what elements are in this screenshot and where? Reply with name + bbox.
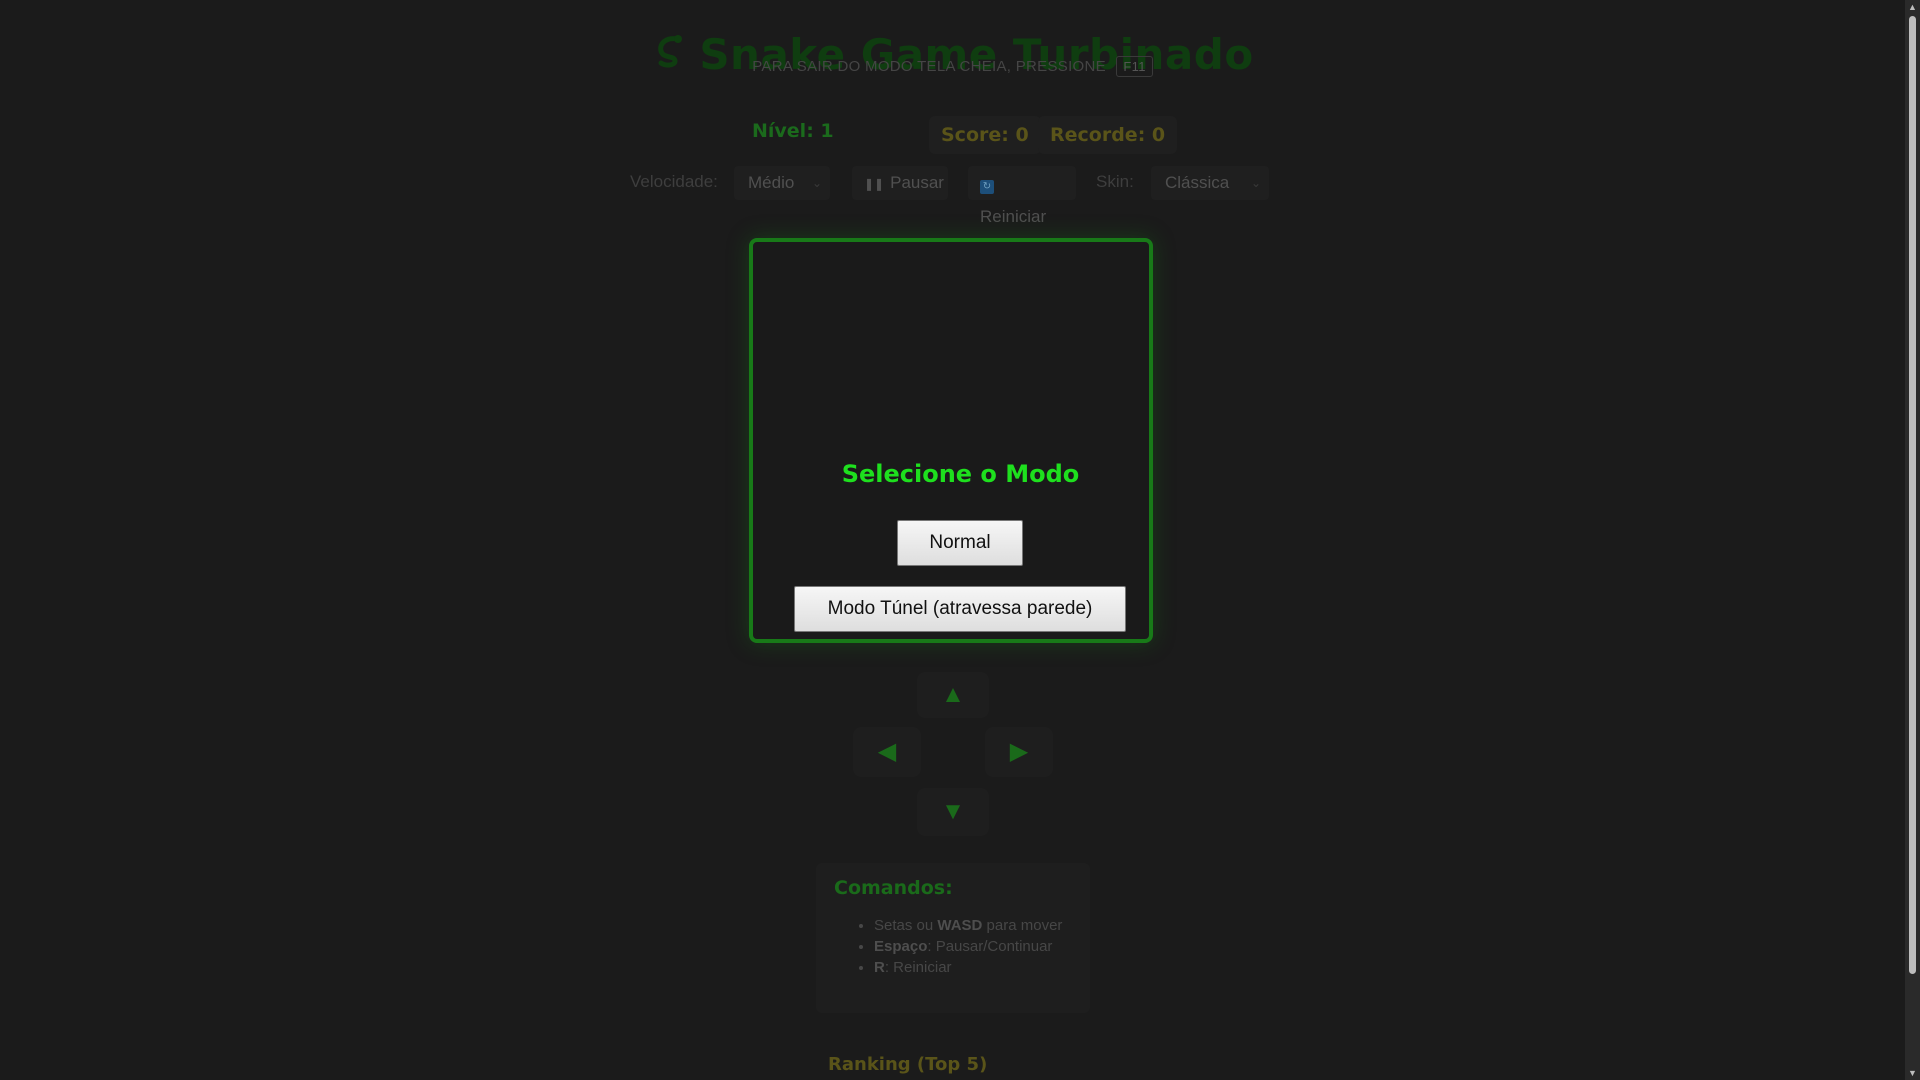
arrow-down-icon: ▼: [941, 798, 965, 825]
command-key: R: [874, 959, 885, 976]
pause-button[interactable]: ❚❚ Pausar: [852, 166, 948, 200]
command-desc: : Pausar/Continuar: [927, 938, 1053, 955]
fullscreen-key: F11: [1116, 56, 1153, 77]
arrow-left-icon: ◀: [877, 738, 897, 765]
speed-select[interactable]: Médio ⌄: [734, 166, 830, 200]
scroll-down-icon[interactable]: ▼: [1905, 1066, 1920, 1080]
speed-select-value: Médio: [748, 173, 795, 192]
arrow-up-icon: ▲: [941, 681, 965, 708]
normal-mode-button[interactable]: Normal: [897, 520, 1023, 566]
chevron-down-icon: ⌄: [811, 176, 822, 190]
score-display: Score: 0: [929, 116, 1041, 154]
record-display: Recorde: 0: [1038, 116, 1178, 154]
command-key: Espaço: [874, 938, 928, 955]
arrow-left-button[interactable]: ◀: [853, 727, 921, 777]
restart-button-label: Reiniciar: [980, 207, 1047, 226]
command-item: Setas ou WASD para mover: [874, 915, 1072, 936]
pause-icon: ❚❚: [864, 177, 885, 191]
mode-select-title: Selecione o Modo: [841, 460, 1080, 488]
tunnel-mode-button[interactable]: Modo Túnel (atravessa parede): [794, 586, 1126, 632]
fullscreen-notice-text: PARA SAIR DO MODO TELA CHEIA, PRESSIONE: [752, 58, 1106, 75]
commands-panel: Comandos: Setas ou WASD para mover Espaç…: [816, 863, 1090, 1013]
command-key: WASD: [937, 917, 983, 934]
skin-select[interactable]: Clássica ⌄: [1151, 166, 1269, 200]
speed-label: Velocidade:: [630, 172, 718, 191]
refresh-icon: ↻: [980, 180, 994, 194]
arrow-right-icon: ▶: [1009, 738, 1029, 765]
skin-label: Skin:: [1096, 172, 1134, 191]
pause-button-label: Pausar: [890, 173, 944, 192]
skin-select-value: Clássica: [1165, 173, 1230, 192]
command-desc: para mover: [982, 917, 1063, 934]
commands-list: Setas ou WASD para mover Espaço: Pausar/…: [834, 915, 1072, 978]
arrow-right-button[interactable]: ▶: [985, 727, 1053, 777]
command-desc: : Reiniciar: [884, 959, 952, 976]
command-prefix: Setas ou: [874, 917, 938, 934]
scroll-up-icon[interactable]: ▲: [1905, 0, 1920, 14]
level-display: Nível: 1: [752, 120, 834, 142]
arrow-down-button[interactable]: ▼: [917, 788, 989, 836]
chevron-down-icon: ⌄: [1250, 176, 1261, 190]
commands-title: Comandos:: [834, 877, 953, 899]
command-item: Espaço: Pausar/Continuar: [874, 936, 1072, 957]
command-item: R: Reiniciar: [874, 957, 1072, 978]
game-board[interactable]: [749, 238, 1153, 643]
scroll-thumb[interactable]: [1909, 16, 1916, 974]
fullscreen-notice: PARA SAIR DO MODO TELA CHEIA, PRESSIONE …: [0, 56, 1905, 77]
arrow-up-button[interactable]: ▲: [917, 672, 989, 718]
scrollbar[interactable]: ▲ ▼: [1905, 0, 1920, 1080]
restart-button[interactable]: ↻ Reiniciar: [968, 166, 1076, 226]
ranking-title: Ranking (Top 5): [828, 1054, 988, 1075]
